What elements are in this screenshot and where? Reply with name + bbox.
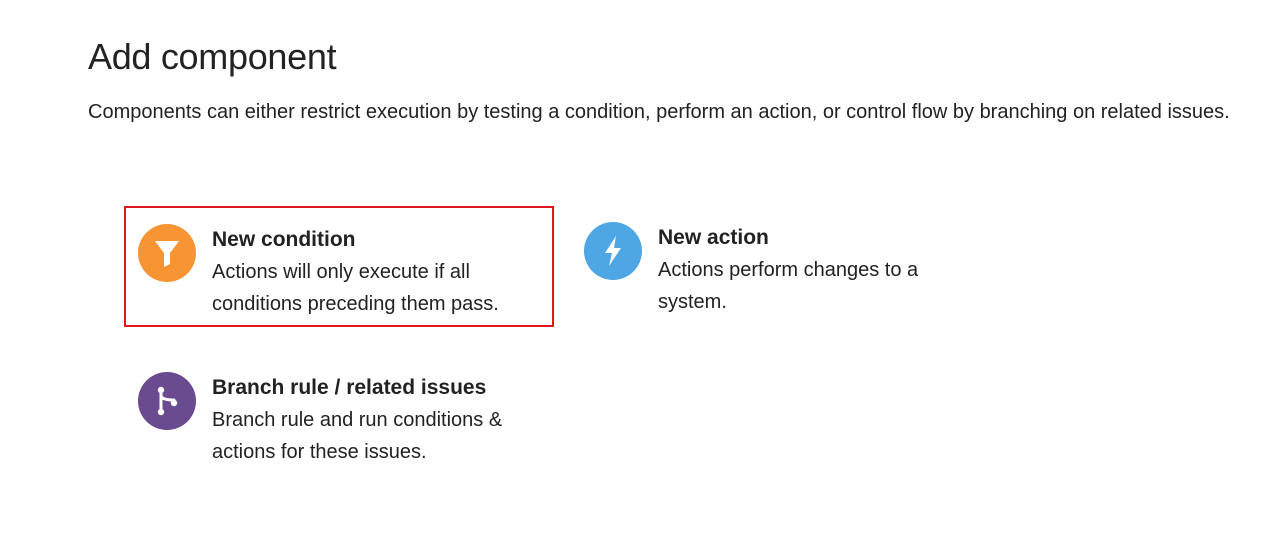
new-action-text: New action Actions perform changes to a …	[658, 222, 968, 318]
add-component-panel: Add component Components can either rest…	[0, 0, 1280, 534]
new-action-option[interactable]: New action Actions perform changes to a …	[584, 222, 968, 318]
branch-rule-option[interactable]: Branch rule / related issues Branch rule…	[138, 372, 562, 468]
filter-icon	[138, 224, 196, 282]
lightning-bolt-icon	[584, 222, 642, 280]
branch-rule-description: Branch rule and run conditions & actions…	[212, 409, 503, 463]
page-description: Components can either restrict execution…	[88, 101, 1230, 123]
new-action-title: New action	[658, 226, 769, 249]
new-condition-title: New condition	[212, 228, 356, 251]
branch-rule-title: Branch rule / related issues	[212, 376, 487, 399]
new-condition-option[interactable]: New condition Actions will only execute …	[124, 206, 554, 327]
new-condition-description: Actions will only execute if all conditi…	[212, 261, 499, 315]
new-action-description: Actions perform changes to a system.	[658, 259, 919, 313]
new-condition-text: New condition Actions will only execute …	[212, 224, 542, 320]
branch-rule-text: Branch rule / related issues Branch rule…	[212, 372, 562, 468]
page-title: Add component	[88, 36, 337, 77]
branch-icon	[138, 372, 196, 430]
